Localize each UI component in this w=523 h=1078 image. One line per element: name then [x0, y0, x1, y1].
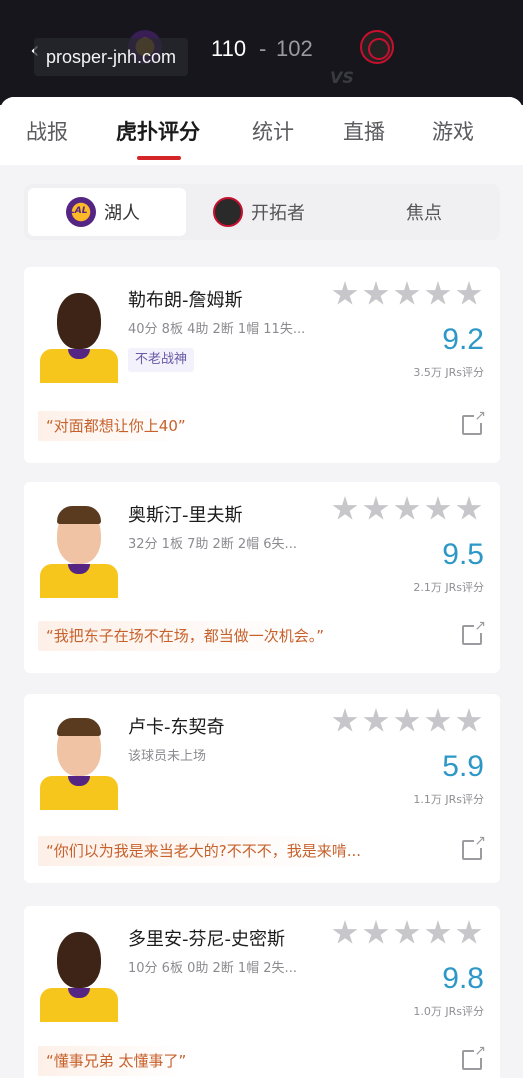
team-tab-lakers[interactable]: 湖人	[28, 188, 186, 236]
player-stats: 40分 8板 4助 2断 1帽 11失...	[128, 322, 306, 337]
share-icon[interactable]	[462, 408, 486, 435]
vs-label: VS	[330, 68, 354, 87]
tab-bar: 战报 虎扑评分 统计 直播 游戏	[0, 97, 523, 165]
team-tab-label: 焦点	[406, 203, 442, 224]
player-stats: 该球员未上场	[128, 749, 207, 764]
rating-score: 9.5	[442, 538, 484, 571]
scoreboard-header: ‹ 110 - 102 VS prosper-jnh.com	[0, 0, 523, 105]
share-icon[interactable]	[462, 618, 486, 645]
tab-games[interactable]: 游戏	[432, 117, 474, 147]
star-icon[interactable]	[363, 920, 389, 944]
top-comment[interactable]: “对面都想让你上40”	[38, 411, 194, 441]
player-name: 卢卡-东契奇	[128, 717, 225, 738]
team-tab-label: 开拓者	[251, 203, 305, 224]
rating-score: 5.9	[442, 750, 484, 783]
star-rating-input[interactable]	[332, 708, 482, 738]
rating-score: 9.2	[442, 323, 484, 356]
star-icon[interactable]	[332, 708, 358, 732]
top-comment[interactable]: “懂事兄弟 太懂事了”	[38, 1046, 195, 1076]
share-icon[interactable]	[462, 833, 486, 860]
active-tab-indicator	[137, 156, 181, 160]
player-name: 多里安-芬尼-史密斯	[128, 929, 285, 950]
star-icon[interactable]	[363, 496, 389, 520]
player-card[interactable]: 勒布朗-詹姆斯 40分 8板 4助 2断 1帽 11失... 不老战神 9.2 …	[24, 267, 500, 463]
player-name: 勒布朗-詹姆斯	[128, 290, 243, 311]
blazers-logo-icon	[360, 30, 394, 64]
team-tab-label: 湖人	[104, 203, 140, 224]
star-icon[interactable]	[332, 920, 358, 944]
rating-count: 3.5万 JRs评分	[413, 366, 484, 379]
star-icon[interactable]	[425, 708, 451, 732]
star-icon[interactable]	[394, 920, 420, 944]
star-rating-input[interactable]	[332, 920, 482, 950]
player-avatar	[40, 506, 118, 598]
rating-count: 1.1万 JRs评分	[413, 793, 484, 806]
tab-hupu-rating[interactable]: 虎扑评分	[116, 117, 200, 147]
team-switcher: 湖人 开拓者 焦点	[24, 184, 500, 240]
player-stats: 10分 6板 0助 2断 1帽 2失...	[128, 961, 297, 976]
player-card[interactable]: 卢卡-东契奇 该球员未上场 5.9 1.1万 JRs评分 “你们以为我是来当老大…	[24, 694, 500, 883]
tab-live[interactable]: 直播	[343, 117, 385, 147]
player-stats: 32分 1板 7助 2断 2帽 6失...	[128, 537, 297, 552]
star-icon[interactable]	[363, 708, 389, 732]
share-icon[interactable]	[462, 1043, 486, 1070]
star-rating-input[interactable]	[332, 281, 482, 311]
star-icon[interactable]	[332, 496, 358, 520]
top-comment[interactable]: “你们以为我是来当老大的?不不不，我是来啃...	[38, 836, 370, 866]
star-icon[interactable]	[363, 281, 389, 305]
rating-count: 1.0万 JRs评分	[413, 1005, 484, 1018]
star-icon[interactable]	[425, 920, 451, 944]
player-card[interactable]: 多里安-芬尼-史密斯 10分 6板 0助 2断 1帽 2失... 9.8 1.0…	[24, 906, 500, 1078]
star-icon[interactable]	[456, 281, 482, 305]
rating-count: 2.1万 JRs评分	[413, 581, 484, 594]
star-icon[interactable]	[456, 496, 482, 520]
player-avatar	[40, 718, 118, 810]
home-score: 110	[211, 36, 247, 61]
star-icon[interactable]	[425, 281, 451, 305]
player-avatar	[40, 291, 118, 383]
star-icon[interactable]	[332, 281, 358, 305]
star-icon[interactable]	[425, 496, 451, 520]
team-tab-blazers[interactable]: 开拓者	[209, 188, 349, 236]
player-avatar	[40, 930, 118, 1022]
player-name: 奥斯汀-里夫斯	[128, 505, 243, 526]
star-icon[interactable]	[394, 708, 420, 732]
rating-score: 9.8	[442, 962, 484, 995]
player-badge: 不老战神	[128, 348, 195, 372]
away-score: 102	[276, 36, 313, 61]
star-icon[interactable]	[456, 708, 482, 732]
content-sheet: 战报 虎扑评分 统计 直播 游戏 湖人 开拓者 焦点 勒布朗-詹姆斯 40分 8…	[0, 97, 523, 1078]
team-tab-focus[interactable]: 焦点	[374, 188, 474, 236]
blazers-logo-icon	[213, 197, 243, 227]
top-comment[interactable]: “我把东子在场不在场，都当做一次机会。”	[38, 621, 333, 651]
lakers-logo-icon	[66, 197, 96, 227]
watermark: prosper-jnh.com	[34, 38, 189, 76]
star-icon[interactable]	[456, 920, 482, 944]
star-icon[interactable]	[394, 496, 420, 520]
tab-report[interactable]: 战报	[26, 117, 68, 147]
star-icon[interactable]	[394, 281, 420, 305]
tab-stats[interactable]: 统计	[252, 117, 294, 147]
score-separator: -	[259, 36, 267, 61]
player-card[interactable]: 奥斯汀-里夫斯 32分 1板 7助 2断 2帽 6失... 9.5 2.1万 J…	[24, 482, 500, 673]
star-rating-input[interactable]	[332, 496, 482, 526]
